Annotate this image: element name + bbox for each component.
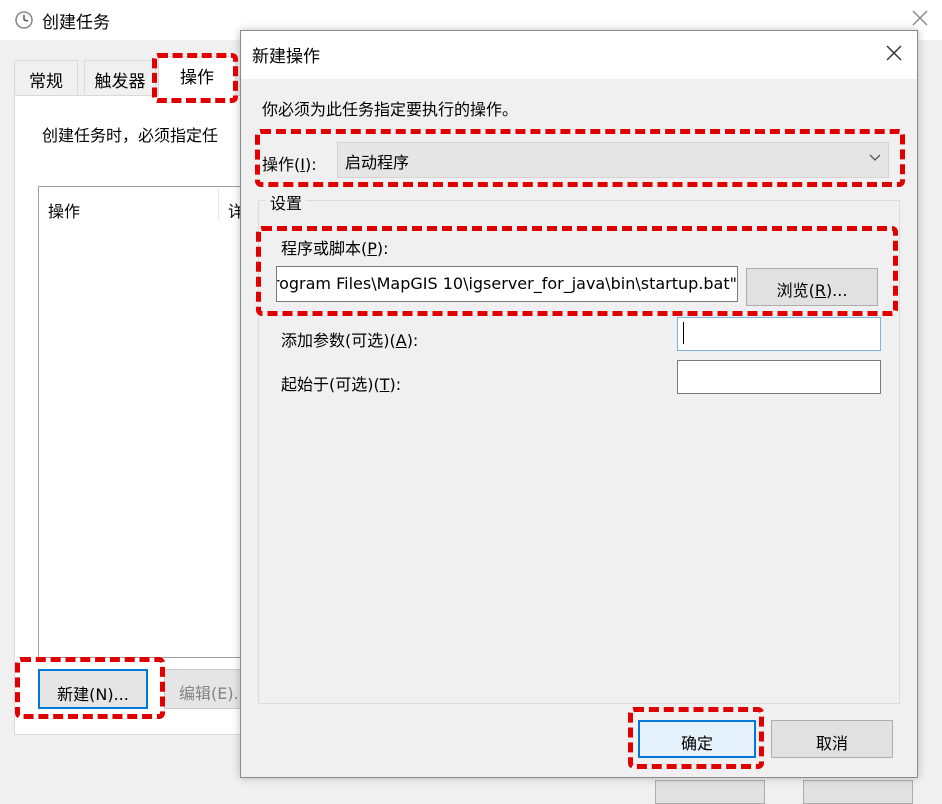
actions-description: 创建任务时，必须指定任 bbox=[42, 126, 219, 145]
arguments-label: 添加参数(可选)(A): bbox=[281, 331, 419, 350]
tab-triggers[interactable]: 触发器 bbox=[84, 60, 156, 94]
create-task-title: 创建任务 bbox=[42, 13, 110, 33]
close-icon[interactable] bbox=[884, 43, 904, 63]
dialog-titlebar bbox=[241, 31, 917, 79]
arguments-input[interactable] bbox=[677, 317, 881, 351]
start-in-label: 起始于(可选)(T): bbox=[281, 375, 402, 394]
settings-legend: 设置 bbox=[266, 190, 307, 214]
column-divider bbox=[218, 190, 219, 220]
start-in-input[interactable] bbox=[677, 360, 881, 394]
highlight-program-field bbox=[256, 226, 898, 316]
highlight-actions-tab bbox=[152, 53, 238, 103]
highlight-ok-button bbox=[628, 707, 764, 769]
clock-icon bbox=[15, 11, 33, 29]
task-cancel-button[interactable] bbox=[803, 780, 913, 804]
dialog-title: 新建操作 bbox=[252, 47, 320, 67]
actions-list[interactable] bbox=[38, 186, 244, 658]
highlight-new-button bbox=[15, 657, 165, 719]
text-caret bbox=[683, 322, 684, 344]
tab-general[interactable]: 常规 bbox=[14, 60, 78, 94]
close-icon[interactable] bbox=[910, 8, 930, 28]
task-ok-button[interactable] bbox=[655, 780, 765, 804]
highlight-action-select bbox=[255, 129, 905, 187]
dialog-instruction: 你必须为此任务指定要执行的操作。 bbox=[262, 100, 519, 119]
column-header-action[interactable]: 操作 bbox=[48, 198, 80, 222]
edit-action-button[interactable]: 编辑(E)... bbox=[164, 669, 250, 709]
cancel-button[interactable]: 取消 bbox=[771, 720, 893, 758]
